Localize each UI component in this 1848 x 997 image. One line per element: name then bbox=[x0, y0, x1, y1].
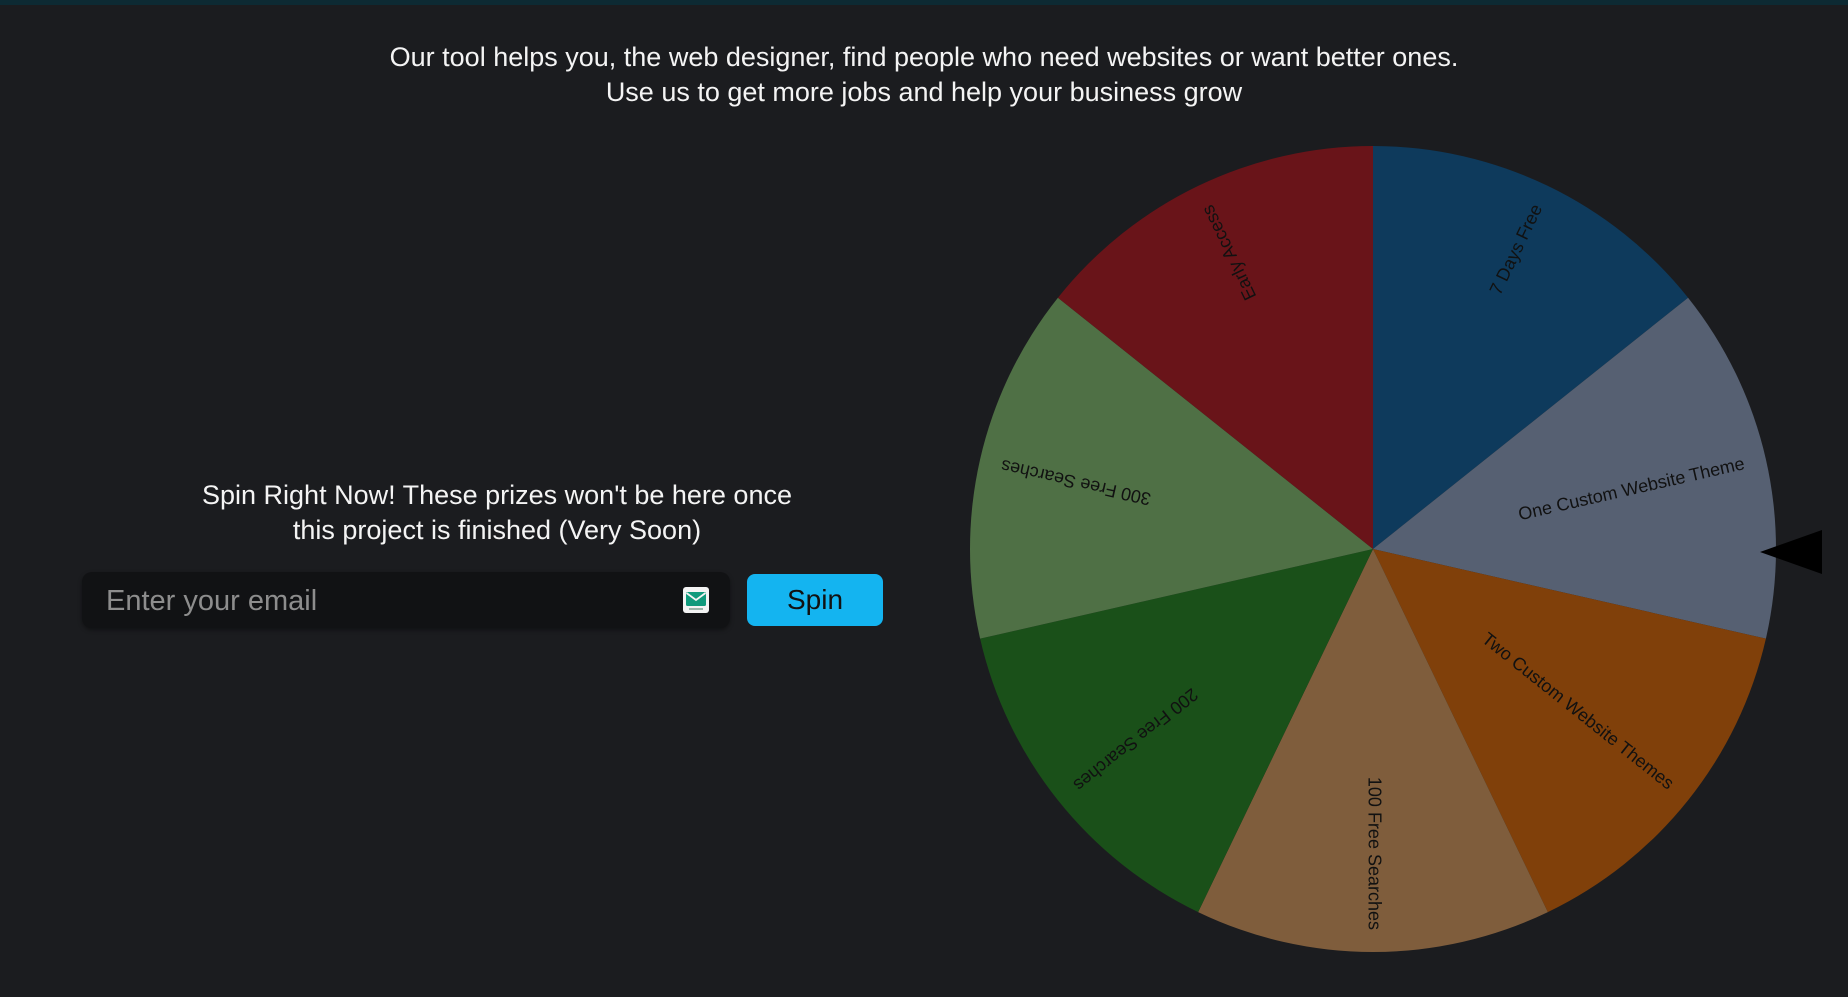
promo-line-2: this project is finished (Very Soon) bbox=[292, 515, 702, 545]
headline: Our tool helps you, the web designer, fi… bbox=[0, 40, 1848, 110]
headline-line-1: Our tool helps you, the web designer, fi… bbox=[389, 42, 1459, 72]
email-field-container bbox=[82, 572, 730, 630]
headline-line-2: Use us to get more jobs and help your bu… bbox=[605, 77, 1243, 107]
mail-icon[interactable] bbox=[683, 587, 709, 613]
spin-button[interactable]: Spin bbox=[747, 574, 883, 626]
top-strip bbox=[0, 0, 1848, 5]
promo-text: Spin Right Now! These prizes won't be he… bbox=[102, 478, 892, 548]
pointer-arrow-icon bbox=[1760, 530, 1822, 574]
wheel-segment-label: 100 Free Searches bbox=[1364, 777, 1384, 930]
email-field[interactable] bbox=[104, 572, 668, 630]
promo-line-1: Spin Right Now! These prizes won't be he… bbox=[202, 480, 792, 510]
prize-wheel: 7 Days FreeOne Custom Website ThemeTwo C… bbox=[970, 146, 1776, 952]
